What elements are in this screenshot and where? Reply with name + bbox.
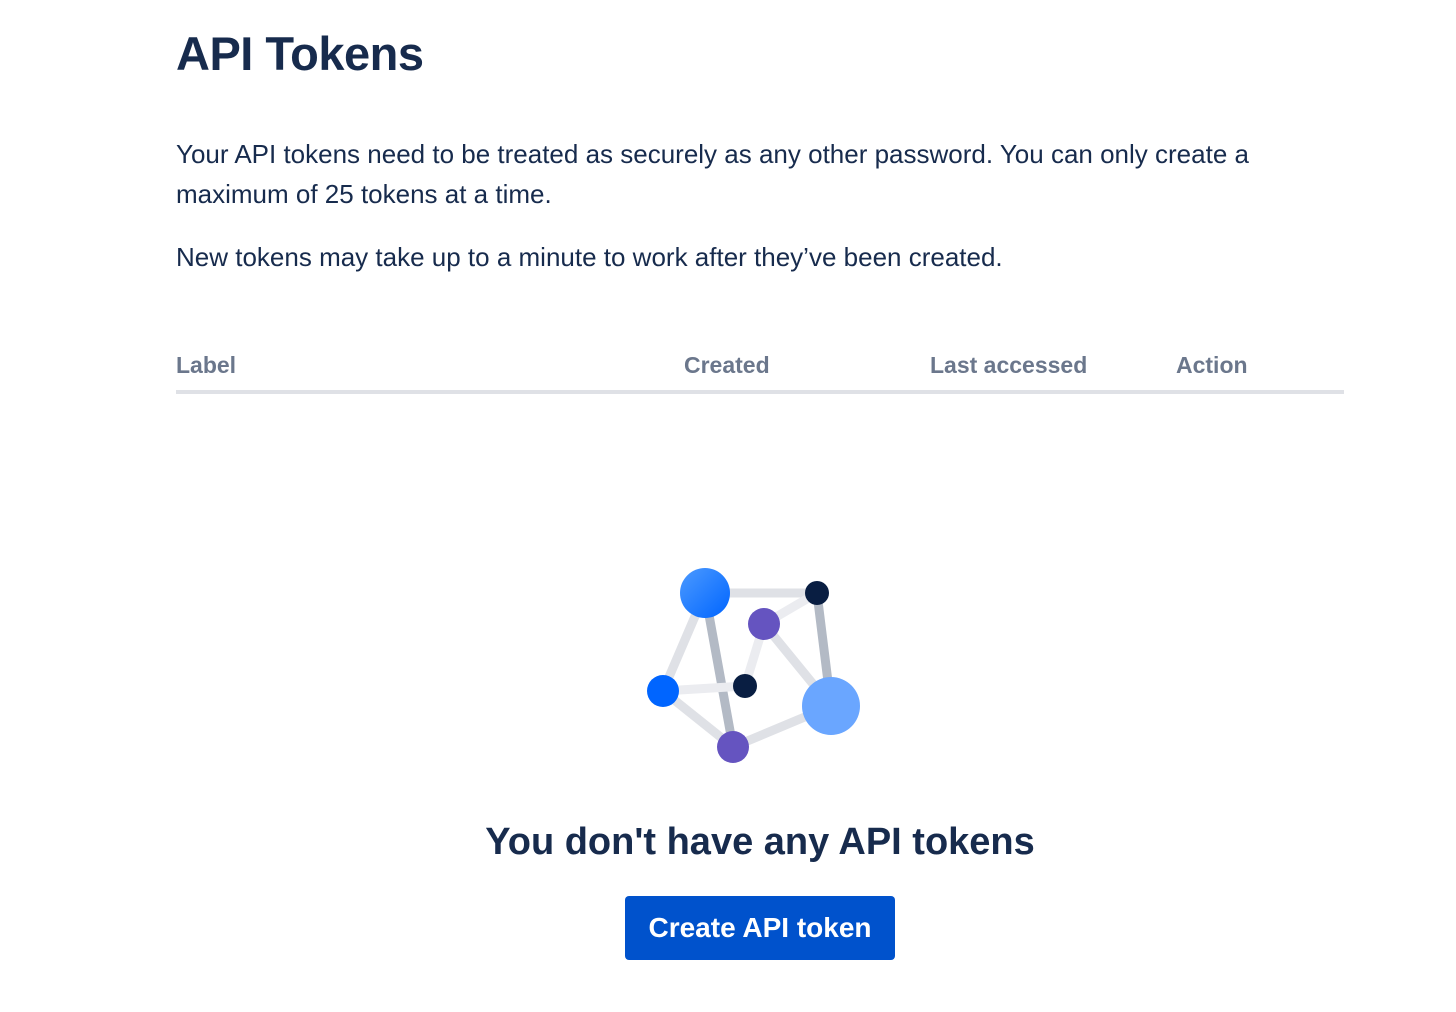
empty-state-title: You don't have any API tokens (485, 821, 1035, 863)
note-text: New tokens may take up to a minute to wo… (176, 242, 1003, 272)
column-header-last-accessed: Last accessed (930, 352, 1088, 378)
intro-text: Your API tokens need to be treated as se… (176, 139, 1249, 209)
column-header-action: Action (1176, 352, 1248, 378)
column-header-label: Label (176, 352, 237, 378)
network-graph-illustration (630, 550, 880, 780)
column-header-created: Created (684, 352, 770, 378)
tokens-table-header: Label Created Last accessed Action (176, 346, 1344, 394)
create-api-token-button[interactable]: Create API token (625, 896, 895, 960)
page-title: API Tokens (176, 27, 424, 80)
